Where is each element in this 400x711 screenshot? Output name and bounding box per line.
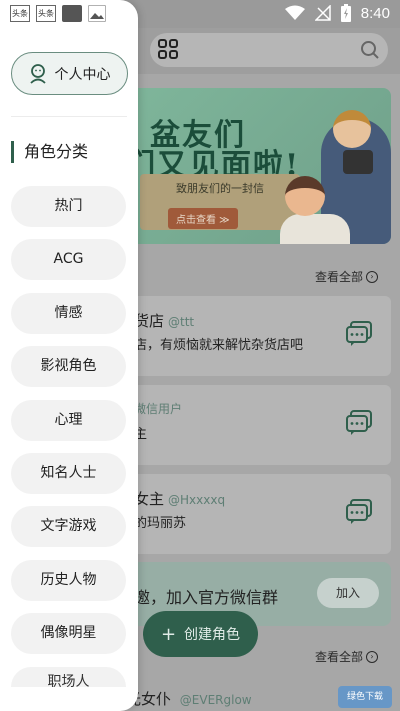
create-character-label: 创建角色 bbox=[184, 627, 241, 643]
arrow-right-circle-icon: › bbox=[366, 270, 378, 283]
wechat-invite-text: 邀，加入官方微信群 bbox=[134, 588, 279, 607]
boy-head bbox=[285, 176, 325, 216]
profile-center-label: 个人中心 bbox=[54, 66, 111, 83]
see-all-label: 查看全部 bbox=[314, 270, 363, 284]
user-icon bbox=[29, 63, 46, 84]
boy-illustration bbox=[280, 214, 350, 244]
image-notification-icon bbox=[88, 5, 106, 22]
card-handle: @Hxxxxq bbox=[168, 493, 226, 507]
card-name: 微信用户 bbox=[134, 399, 182, 417]
category-item-celebrities[interactable]: 知名人士 bbox=[11, 452, 126, 494]
divider bbox=[11, 116, 127, 117]
see-all-link-2[interactable]: 查看全部 › bbox=[315, 648, 378, 665]
category-item-acg[interactable]: ACG bbox=[11, 239, 126, 281]
card-handle: 微信用户 bbox=[134, 402, 183, 416]
side-drawer: 头条 头条 个人中心 角色分类 热门 ACG 情感 影视角色 心理 知名人士 文… bbox=[0, 0, 138, 711]
card-handle: @ttt bbox=[168, 315, 195, 329]
search-bar[interactable] bbox=[150, 33, 388, 67]
category-item-text-games[interactable]: 文字游戏 bbox=[11, 506, 126, 548]
profile-center-button[interactable]: 个人中心 bbox=[11, 52, 128, 95]
toutiao-notification-icon: 头条 bbox=[36, 5, 56, 22]
battery-icon bbox=[340, 4, 351, 22]
card-name[interactable]: 光女仆 @EVERglow bbox=[126, 688, 252, 709]
category-list: 热门 ACG 情感 影视角色 心理 知名人士 文字游戏 历史人物 偶像明星 职场… bbox=[11, 186, 126, 699]
promo-banner[interactable]: 盆友们 们又见面啦! 致朋友们的一封信 点击查看 ≫ bbox=[120, 88, 391, 244]
banner-letter-text: 致朋友们的一封信 bbox=[176, 182, 264, 195]
see-all-label: 查看全部 bbox=[314, 650, 363, 664]
category-item-emotion[interactable]: 情感 bbox=[11, 292, 126, 334]
category-item-workplace[interactable]: 职场人 bbox=[11, 666, 126, 687]
wifi-icon bbox=[284, 5, 305, 20]
watermark-logo: 绿色下载 bbox=[338, 686, 392, 708]
arrow-right-circle-icon: › bbox=[366, 650, 378, 663]
card-description: 店，有烦恼就来解忧杂货店吧 bbox=[134, 338, 304, 353]
category-grid-icon[interactable] bbox=[157, 38, 179, 60]
banner-cta-button[interactable]: 点击查看 ≫ bbox=[168, 208, 238, 229]
app-notification-icon bbox=[62, 5, 82, 22]
chat-icon[interactable] bbox=[345, 409, 373, 437]
character-card[interactable]: 女主 @Hxxxxq 的玛丽苏 bbox=[120, 474, 391, 554]
create-character-button[interactable]: + 创建角色 bbox=[143, 611, 258, 657]
character-card[interactable]: 货店 @ttt 店，有烦恼就来解忧杂货店吧 bbox=[120, 296, 391, 376]
card-name: 女主 @Hxxxxq bbox=[134, 488, 225, 509]
photographer-head bbox=[333, 110, 371, 148]
character-card[interactable]: 微信用户 主 bbox=[120, 385, 391, 465]
category-section-title: 角色分类 bbox=[11, 141, 88, 163]
toutiao-notification-icon: 头条 bbox=[10, 5, 30, 22]
status-icons: 8:40 bbox=[284, 4, 390, 22]
status-time: 8:40 bbox=[360, 4, 390, 22]
card-description: 的玛丽苏 bbox=[134, 516, 187, 531]
card-title: 货店 bbox=[134, 312, 165, 330]
category-item-historical-figures[interactable]: 历史人物 bbox=[11, 559, 126, 601]
join-button[interactable]: 加入 bbox=[317, 578, 379, 608]
category-item-psychology[interactable]: 心理 bbox=[11, 399, 126, 441]
plus-icon: + bbox=[160, 623, 177, 645]
camera-illustration bbox=[343, 150, 373, 174]
search-icon[interactable] bbox=[360, 40, 380, 60]
chat-icon[interactable] bbox=[345, 498, 373, 526]
see-all-link-1[interactable]: 查看全部 › bbox=[315, 268, 378, 285]
card-title: 女主 bbox=[134, 490, 165, 508]
chat-icon[interactable] bbox=[345, 320, 373, 348]
category-item-film-characters[interactable]: 影视角色 bbox=[11, 346, 126, 388]
no-signal-icon bbox=[314, 5, 331, 21]
category-item-idol-stars[interactable]: 偶像明星 bbox=[11, 613, 126, 655]
category-item-hot[interactable]: 热门 bbox=[11, 186, 126, 227]
card-handle: @EVERglow bbox=[179, 693, 252, 707]
card-name: 货店 @ttt bbox=[134, 310, 194, 331]
notification-icons: 头条 头条 bbox=[10, 5, 106, 22]
